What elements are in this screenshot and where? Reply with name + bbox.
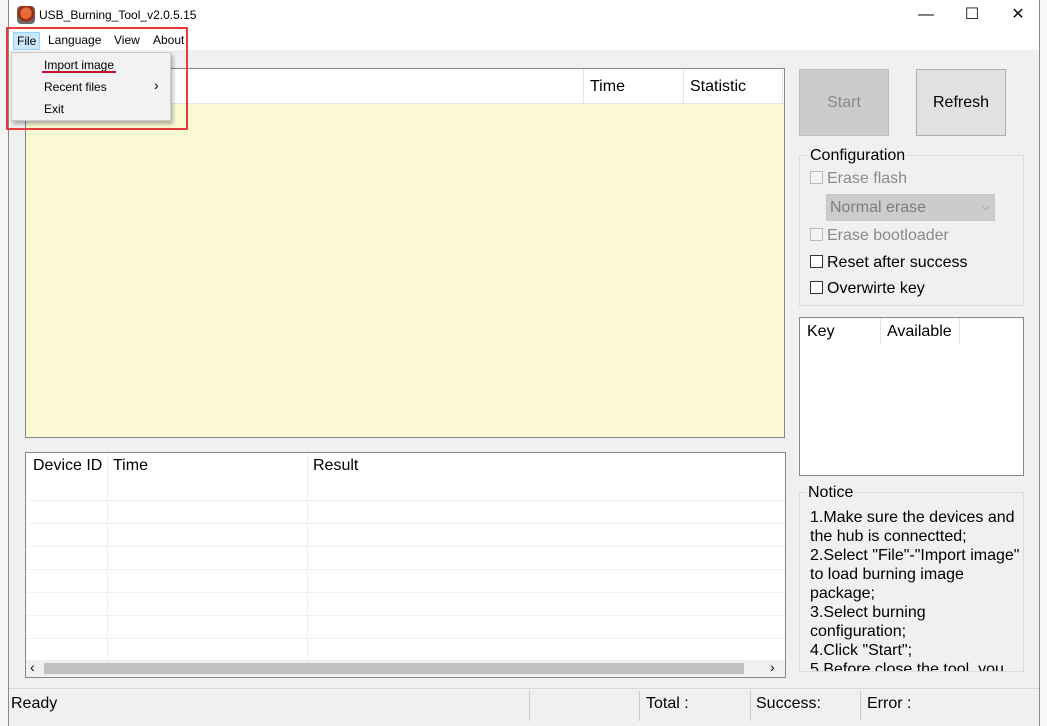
table-row-line	[26, 500, 785, 501]
checkbox-box	[810, 281, 823, 294]
notice-group: 1.Make sure the devices and the hub is c…	[799, 492, 1024, 672]
menu-view[interactable]: View	[111, 32, 143, 50]
reset-after-success-checkbox[interactable]: Reset after success	[810, 253, 968, 273]
column-separator	[959, 318, 960, 344]
table-row-line	[26, 638, 785, 639]
status-text: Ready	[11, 695, 58, 712]
checkbox-box	[810, 228, 823, 241]
status-error: Error :	[867, 695, 912, 712]
column-key[interactable]: Key	[807, 323, 835, 341]
menu-language[interactable]: Language	[45, 32, 104, 50]
notice-line: 5.Before close the tool, you	[810, 661, 1004, 672]
status-bar: Ready Total : Success: Error :	[9, 688, 1039, 726]
overwrite-key-label: Overwirte key	[827, 280, 925, 297]
app-icon	[17, 6, 35, 24]
menu-item-recent-files[interactable]: Recent files	[44, 78, 107, 96]
close-button[interactable]: ✕	[995, 0, 1041, 30]
refresh-button[interactable]: Refresh	[916, 69, 1006, 136]
notice-text: 1.Make sure the devices and the hub is c…	[810, 508, 1020, 672]
overwrite-key-checkbox[interactable]: Overwirte key	[810, 279, 925, 299]
chevron-down-icon: ⌵	[981, 201, 990, 213]
column-separator	[583, 69, 584, 104]
erase-bootloader-checkbox[interactable]: Erase bootloader	[810, 226, 949, 246]
status-divider	[750, 691, 751, 721]
table-row-line	[26, 546, 785, 547]
table-row-line	[26, 523, 785, 524]
maximize-button[interactable]: ☐	[949, 0, 995, 30]
configuration-title: Configuration	[808, 147, 908, 165]
desktop-right-edge	[1040, 0, 1047, 726]
column-separator	[683, 69, 684, 104]
erase-mode-select[interactable]: Normal erase ⌵	[826, 194, 995, 221]
status-divider	[529, 691, 530, 721]
menu-bar: File Language View About	[9, 30, 1039, 50]
key-list[interactable]: Key Available	[799, 317, 1024, 476]
desktop-left-edge	[0, 0, 8, 726]
notice-line: 2.Select "File"-"Import image" to load b…	[810, 547, 1020, 602]
scrollbar-thumb[interactable]	[44, 663, 744, 674]
device-result-table[interactable]: Device ID Time Result ‹ ›	[25, 452, 786, 678]
scroll-right-icon[interactable]: ›	[770, 659, 775, 675]
column-divider	[307, 453, 308, 661]
image-info-list[interactable]: Time Statistic	[25, 68, 785, 438]
column-statistic[interactable]: Statistic	[690, 78, 746, 96]
status-divider	[639, 691, 640, 721]
notice-title: Notice	[806, 484, 856, 502]
column-available[interactable]: Available	[887, 323, 952, 341]
import-image-underline-annotation	[42, 71, 116, 73]
reset-after-success-label: Reset after success	[827, 254, 968, 271]
horizontal-scrollbar[interactable]: ‹ ›	[26, 659, 785, 677]
app-window: USB_Burning_Tool_v2.0.5.15 — ☐ ✕ File La…	[6, 0, 1040, 726]
window-title: USB_Burning_Tool_v2.0.5.15	[39, 8, 197, 22]
table-row-line	[26, 592, 785, 593]
table-row-line	[26, 615, 785, 616]
column-separator	[782, 69, 783, 104]
menu-about[interactable]: About	[150, 32, 187, 50]
column-time[interactable]: Time	[113, 457, 148, 475]
menu-item-exit[interactable]: Exit	[44, 100, 64, 118]
minimize-button[interactable]: —	[903, 0, 949, 30]
status-success: Success:	[756, 695, 821, 712]
status-divider	[860, 691, 861, 721]
scroll-left-icon[interactable]: ‹	[30, 659, 35, 675]
erase-mode-value: Normal erase	[830, 199, 927, 216]
checkbox-box	[810, 171, 823, 184]
status-total: Total :	[646, 695, 689, 712]
title-bar: USB_Burning_Tool_v2.0.5.15 — ☐ ✕	[9, 0, 1039, 30]
notice-line: 4.Click "Start";	[810, 642, 913, 659]
start-button[interactable]: Start	[799, 69, 889, 136]
column-separator	[880, 318, 881, 344]
notice-line: 3.Select burning configuration;	[810, 604, 926, 640]
column-time[interactable]: Time	[590, 78, 625, 96]
erase-bootloader-label: Erase bootloader	[827, 227, 949, 244]
checkbox-box	[810, 255, 823, 268]
column-device-id[interactable]: Device ID	[33, 457, 102, 475]
table-row-line	[26, 569, 785, 570]
file-dropdown-menu: Import image Recent files › Exit	[11, 52, 171, 121]
submenu-arrow-icon: ›	[154, 77, 159, 93]
erase-flash-checkbox[interactable]: Erase flash	[810, 169, 907, 189]
erase-flash-label: Erase flash	[827, 170, 908, 187]
menu-file[interactable]: File	[13, 32, 41, 50]
column-divider	[107, 453, 108, 661]
notice-line: 1.Make sure the devices and the hub is c…	[810, 509, 1015, 545]
column-result[interactable]: Result	[313, 457, 358, 475]
